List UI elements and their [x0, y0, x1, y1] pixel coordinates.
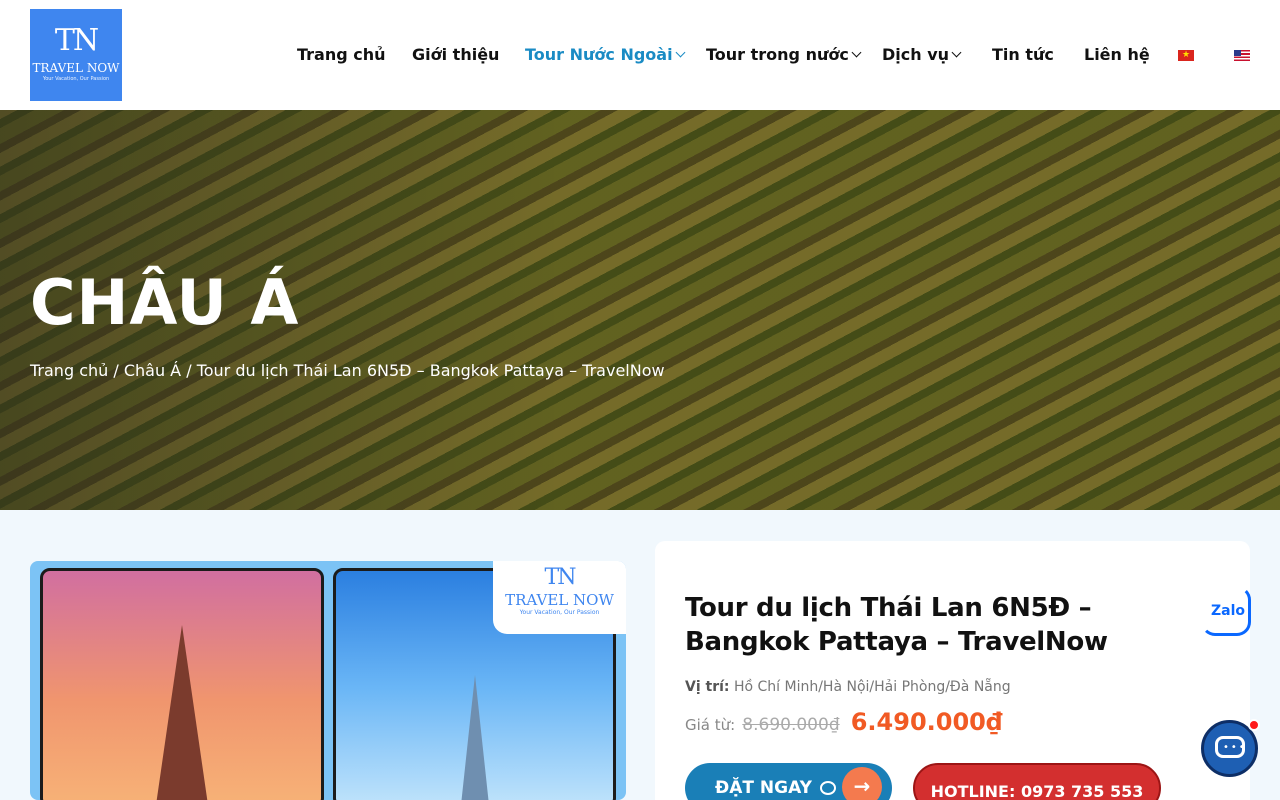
nav-item-news[interactable]: Tin tức	[992, 43, 1054, 67]
site-header: TN TRAVEL NOW Your Vacation, Our Passion…	[0, 0, 1280, 110]
tour-image-gallery[interactable]: TN TRAVEL NOW Your Vacation, Our Passion	[30, 561, 626, 800]
zalo-chat-button[interactable]: Zalo	[1201, 586, 1251, 636]
logo-monogram: TN	[54, 23, 99, 58]
nav-item-contact[interactable]: Liên hệ	[1084, 43, 1150, 67]
nav-item-domestic-tours[interactable]: Tour trong nước	[706, 43, 862, 67]
arrow-right-icon: →	[842, 767, 882, 800]
tour-info-card: Tour du lịch Thái Lan 6N5Đ – Bangkok Pat…	[655, 541, 1250, 800]
messenger-chat-button[interactable]: •••	[1201, 719, 1260, 777]
tour-location: Vị trí: Hồ Chí Minh/Hà Nội/Hải Phòng/Đà …	[685, 677, 1011, 697]
hero-banner: CHÂU Á Trang chủ / Châu Á / Tour du lịch…	[0, 110, 1280, 510]
chevron-down-icon	[951, 47, 962, 58]
page-title: CHÂU Á	[30, 266, 300, 339]
notification-badge	[1248, 719, 1260, 731]
temple-shape	[156, 625, 208, 800]
chevron-down-icon	[851, 47, 862, 58]
breadcrumb-current: Tour du lịch Thái Lan 6N5Đ – Bangkok Pat…	[196, 361, 665, 380]
book-now-label: ĐẶT NGAY	[715, 778, 812, 798]
price-new: 6.490.000₫	[850, 708, 1003, 736]
nav-item-home[interactable]: Trang chủ	[297, 43, 386, 67]
breadcrumb-link-asia[interactable]: Châu Á	[124, 361, 181, 380]
vi-flag-icon[interactable]: ★	[1178, 50, 1194, 61]
site-logo[interactable]: TN TRAVEL NOW Your Vacation, Our Passion	[30, 9, 122, 101]
logo-tagline: Your Vacation, Our Passion	[519, 609, 600, 616]
book-now-button[interactable]: ĐẶT NGAY →	[685, 763, 892, 800]
breadcrumb: Trang chủ / Châu Á / Tour du lịch Thái L…	[30, 360, 665, 382]
logo-name: TRAVEL NOW	[32, 61, 120, 75]
breadcrumb-separator: /	[181, 361, 197, 380]
price-old: 8.690.000₫	[742, 715, 840, 735]
location-value: Hồ Chí Minh/Hà Nội/Hải Phòng/Đà Nẵng	[733, 679, 1011, 695]
gallery-watermark-logo: TN TRAVEL NOW Your Vacation, Our Passion	[493, 561, 626, 634]
tour-photo-wat-arun-sunset	[40, 568, 324, 800]
nav-item-services[interactable]: Dịch vụ	[882, 43, 962, 67]
tour-price: Giá từ: 8.690.000₫ 6.490.000₫	[685, 707, 1003, 740]
hotline-button[interactable]: HOTLINE: 0973 735 553	[913, 763, 1161, 800]
logo-name: TRAVEL NOW	[505, 591, 614, 609]
price-label: Giá từ:	[685, 716, 736, 734]
chat-icon	[819, 781, 836, 795]
logo-monogram: TN	[544, 565, 577, 590]
logo-tagline: Your Vacation, Our Passion	[42, 76, 110, 82]
chevron-down-icon	[675, 47, 686, 58]
nav-item-about[interactable]: Giới thiệu	[412, 43, 499, 67]
en-flag-icon[interactable]	[1234, 50, 1250, 61]
location-label: Vị trí:	[685, 679, 730, 695]
nav-item-international-tours[interactable]: Tour Nước Ngoài	[525, 43, 686, 67]
temple-shape	[460, 675, 489, 800]
breadcrumb-separator: /	[108, 361, 124, 380]
tour-title: Tour du lịch Thái Lan 6N5Đ – Bangkok Pat…	[685, 593, 1108, 657]
breadcrumb-link-home[interactable]: Trang chủ	[30, 361, 108, 380]
zalo-label: Zalo	[1210, 603, 1245, 619]
chat-bubble-icon: •••	[1215, 736, 1245, 758]
